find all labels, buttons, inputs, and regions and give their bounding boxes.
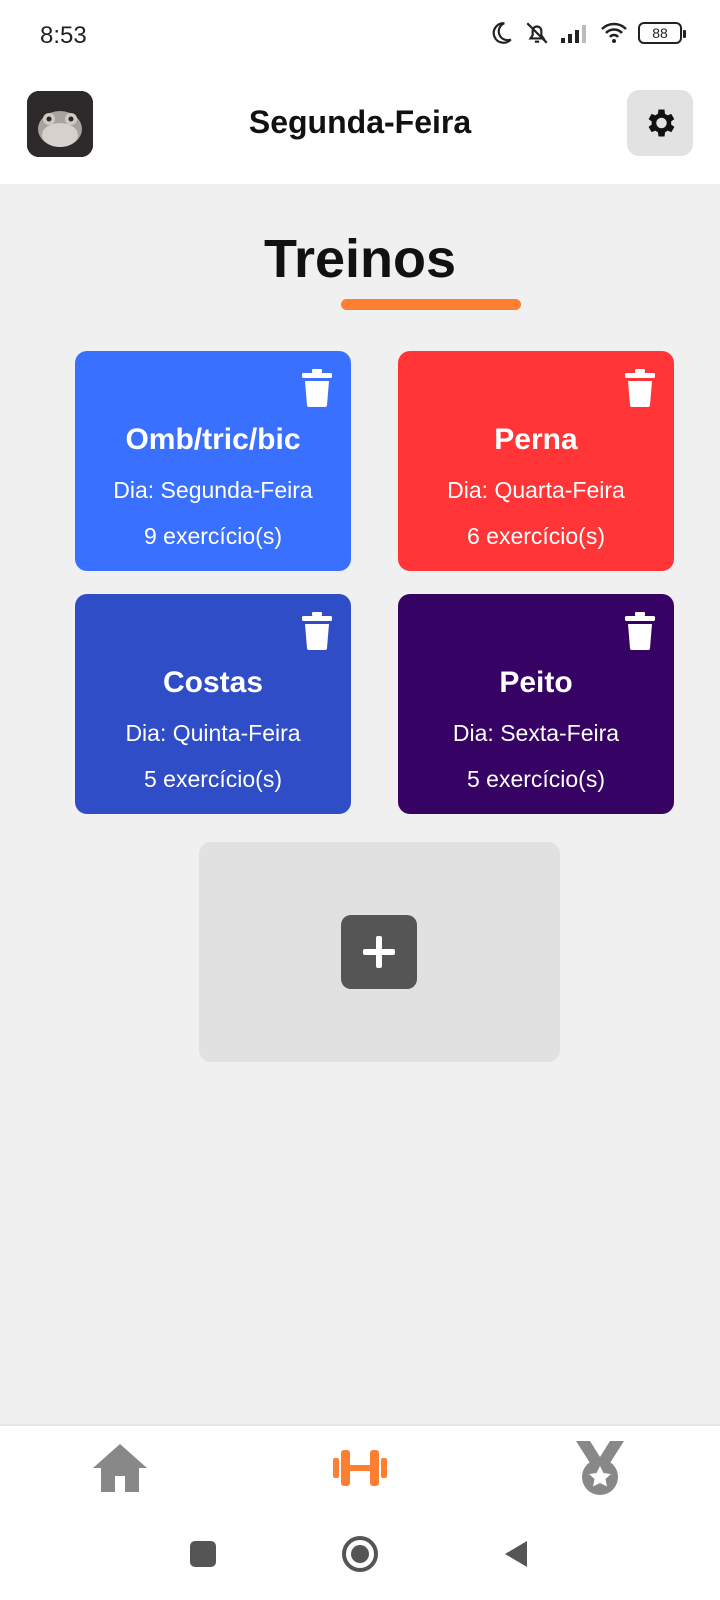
home-button[interactable] [341, 1535, 379, 1573]
workout-name: Perna [494, 423, 578, 456]
workout-count: 5 exercício(s) [466, 766, 606, 792]
workout-card[interactable]: Costas Dia: Quinta-Feira 5 exercício(s) [75, 594, 351, 814]
workout-card[interactable]: Perna Dia: Quarta-Feira 6 exercício(s) [398, 351, 674, 571]
dumbbell-icon [333, 1450, 387, 1486]
bell-off-icon [526, 22, 548, 44]
workout-count: 6 exercício(s) [466, 523, 606, 549]
wifi-icon [601, 22, 627, 43]
nav-item-achievements[interactable] [568, 1438, 632, 1498]
back-button[interactable] [503, 1539, 529, 1569]
trash-icon[interactable] [301, 369, 333, 407]
nav-item-home[interactable] [88, 1438, 152, 1498]
signal-icon [561, 25, 586, 43]
workout-day: Dia: Sexta-Feira [452, 720, 620, 746]
trash-icon[interactable] [301, 612, 333, 650]
nav-item-workouts[interactable] [328, 1438, 392, 1498]
title-underline [341, 299, 521, 310]
workout-name: Costas [162, 666, 264, 699]
medal-icon [576, 1441, 624, 1495]
system-nav-bar [0, 1530, 720, 1600]
workout-day: Dia: Quinta-Feira [125, 720, 301, 746]
app-header: Segunda-Feira [0, 74, 720, 184]
recent-apps-button[interactable] [189, 1540, 217, 1568]
moon-icon [492, 22, 512, 44]
workout-card[interactable]: Peito Dia: Sexta-Feira 5 exercício(s) [398, 594, 674, 814]
add-workout-button[interactable] [341, 915, 417, 989]
section-title: Treinos [263, 229, 457, 289]
home-icon [93, 1444, 147, 1492]
trash-icon[interactable] [624, 612, 656, 650]
workout-card[interactable]: Omb/tric/bic Dia: Segunda-Feira 9 exercí… [75, 351, 351, 571]
trash-icon[interactable] [624, 369, 656, 407]
plus-icon [363, 936, 395, 968]
settings-button[interactable] [627, 90, 693, 156]
workout-count: 5 exercício(s) [143, 766, 283, 792]
workout-name: Omb/tric/bic [125, 423, 301, 456]
status-icons: 88 [488, 20, 686, 46]
workout-name: Peito [499, 666, 573, 699]
status-time: 8:53 [40, 22, 87, 49]
workout-day: Dia: Segunda-Feira [113, 477, 313, 503]
status-bar: 8:53 88 [0, 0, 720, 74]
gear-icon [648, 109, 675, 137]
workout-day: Dia: Quarta-Feira [447, 477, 625, 503]
add-workout-card[interactable] [199, 842, 560, 1062]
page-title: Segunda-Feira [248, 104, 472, 140]
workout-count: 9 exercício(s) [143, 523, 283, 549]
battery-icon: 88 [638, 22, 686, 44]
